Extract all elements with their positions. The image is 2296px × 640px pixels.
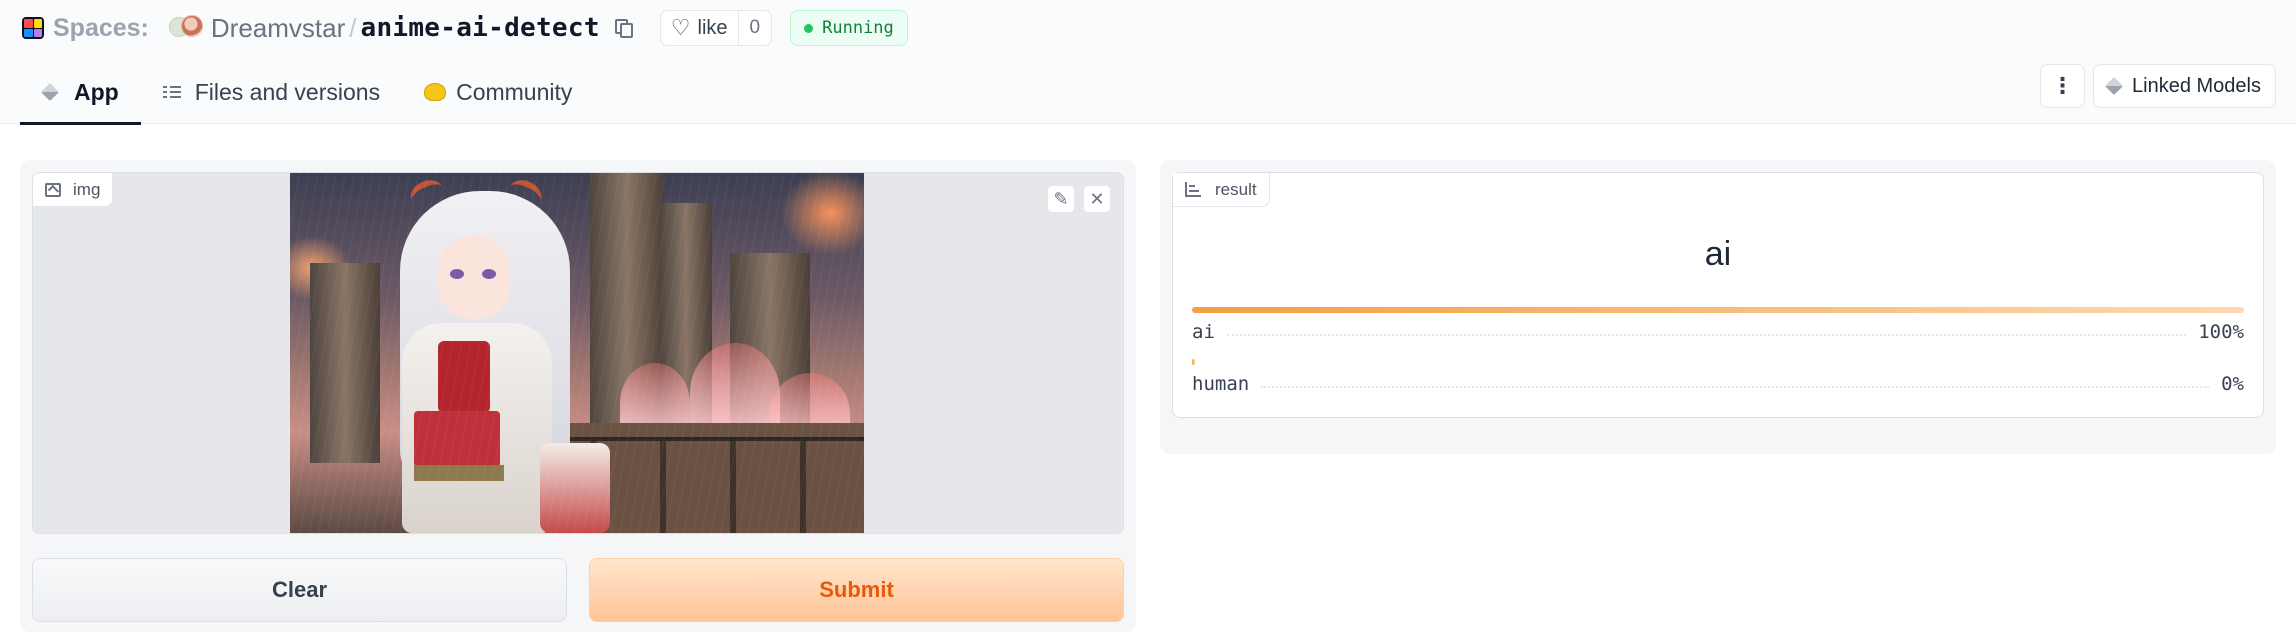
like-button[interactable]: ♡ like 0: [659, 10, 773, 46]
kebab-icon: ⋮: [2051, 73, 2074, 98]
tab-files-label: Files and versions: [194, 78, 381, 105]
like-count[interactable]: 0: [739, 17, 772, 39]
path-separator: /: [349, 12, 357, 43]
pencil-icon: ✎: [1053, 188, 1069, 209]
chart-icon: [1185, 182, 1201, 197]
spaces-link[interactable]: Spaces:: [53, 14, 149, 43]
submit-button[interactable]: Submit: [589, 558, 1124, 622]
remove-image-button[interactable]: ✕: [1083, 185, 1111, 213]
result-label: result: [1173, 173, 1270, 207]
confidence-item: human 0%: [1192, 359, 2244, 395]
confidence-bar: [1192, 359, 1195, 365]
result-output: result ai ai 100% human 0%: [1172, 172, 2264, 418]
spaces-logo-icon[interactable]: [22, 17, 44, 39]
tab-app-label: App: [74, 78, 119, 105]
image-input-label: img: [33, 173, 114, 207]
space-header: Spaces: Dreamvstar / anime-ai-detect ♡ l…: [0, 0, 2296, 125]
status-badge: Running: [790, 10, 908, 46]
clear-button[interactable]: Clear: [32, 558, 567, 622]
tab-community[interactable]: Community: [402, 60, 594, 124]
heart-icon: ♡: [670, 15, 691, 40]
owner-avatar[interactable]: [168, 13, 203, 43]
repo-name[interactable]: anime-ai-detect: [360, 13, 599, 43]
space-title-row: Spaces: Dreamvstar / anime-ai-detect ♡ l…: [22, 10, 908, 46]
linked-models-label: Linked Models: [2132, 74, 2261, 97]
status-dot-icon: [804, 23, 814, 33]
tab-app[interactable]: App: [20, 60, 141, 125]
image-icon: [45, 182, 61, 197]
predicted-label: ai: [1704, 235, 1732, 273]
tab-files-and-versions[interactable]: Files and versions: [141, 60, 402, 124]
confidence-item: ai 100%: [1192, 307, 2244, 343]
result-label-text: result: [1215, 179, 1257, 199]
close-icon: ✕: [1089, 188, 1105, 209]
like-action[interactable]: ♡ like: [661, 11, 739, 45]
uploaded-anime-image: [290, 173, 864, 533]
space-tabs: App Files and versions Community: [20, 60, 594, 125]
confidence-label: human: [1192, 373, 1250, 395]
image-input[interactable]: img ✎ ✕: [32, 172, 1124, 534]
output-panel: result ai ai 100% human 0%: [1160, 160, 2276, 454]
image-tools: ✎ ✕: [1047, 185, 1111, 213]
status-text: Running: [822, 18, 894, 38]
files-icon: [162, 82, 183, 102]
confidence-value: 100%: [2198, 321, 2244, 343]
confidence-label: ai: [1192, 321, 1215, 343]
community-icon: [424, 82, 447, 102]
linked-models-button[interactable]: Linked Models: [2093, 64, 2276, 108]
tab-community-label: Community: [456, 78, 573, 105]
copy-icon[interactable]: [612, 17, 634, 39]
input-panel: img ✎ ✕ Clear Submit: [20, 160, 1136, 632]
image-input-label-text: img: [73, 179, 101, 199]
cube-icon: [2104, 76, 2124, 96]
confidence-bar: [1192, 307, 2244, 313]
more-options-button[interactable]: ⋮: [2040, 64, 2086, 108]
confidence-value: 0%: [2221, 373, 2244, 395]
like-label: like: [697, 16, 728, 39]
cube-icon: [40, 82, 62, 102]
owner-link[interactable]: Dreamvstar: [211, 13, 345, 44]
edit-image-button[interactable]: ✎: [1047, 185, 1075, 213]
header-tools: ⋮ Linked Models: [2040, 64, 2276, 108]
